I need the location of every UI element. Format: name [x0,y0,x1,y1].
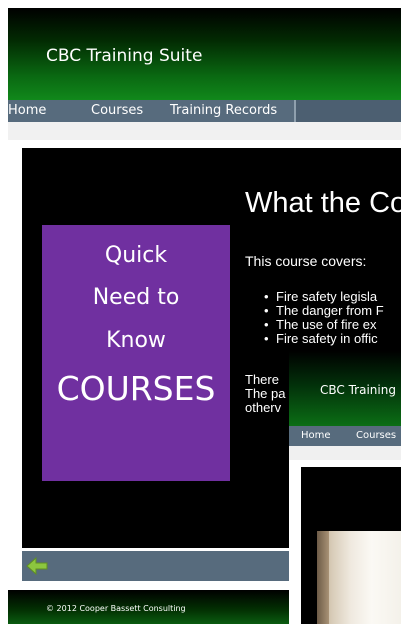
list-item: Fire safety in offic [264,332,384,347]
quick-courses-banner[interactable]: Quick Need to Know COURSES [42,225,230,481]
course-topics-list: Fire safety legisla The danger from F Th… [264,290,384,347]
overlay-header: CBC Training [289,351,401,426]
list-item: The danger from F [264,304,384,319]
back-arrow-icon [26,556,48,576]
promo-line-courses: COURSES [56,369,216,408]
app-title: CBC Training Suite [46,46,203,66]
overlay-photo-edge [317,531,329,624]
promo-line-know: Know [106,328,166,353]
promo-line-quick: Quick [104,243,168,268]
list-item: The use of fire ex [264,318,384,333]
nav-courses[interactable]: Courses [91,100,143,122]
nav-filler [296,100,401,122]
overlay-content-band [289,446,401,460]
overlay-nav: Home Courses [289,426,401,446]
copyright-text: © 2012 Cooper Bassett Consulting [46,604,186,613]
nav-training-records[interactable]: Training Records [170,100,277,122]
nav-home[interactable]: Home [8,100,46,122]
overlay-app-title: CBC Training [320,383,396,397]
overlapping-screenshot: CBC Training Home Courses [289,351,401,624]
overlay-nav-courses[interactable]: Courses [356,426,396,446]
list-item: Fire safety legisla [264,290,384,305]
promo-line-need-to: Need to [92,285,180,310]
page: CBC Training Suite Home Courses Training… [0,0,401,624]
course-covers-label: This course covers: [245,253,367,269]
app-header: CBC Training Suite [8,8,401,100]
back-button[interactable] [26,556,48,576]
overlay-nav-home[interactable]: Home [301,426,331,446]
overlay-photo [317,531,401,624]
content-top-band [8,122,401,140]
main-nav: Home Courses Training Records [8,100,401,122]
slide-heading: What the Co [245,187,401,219]
